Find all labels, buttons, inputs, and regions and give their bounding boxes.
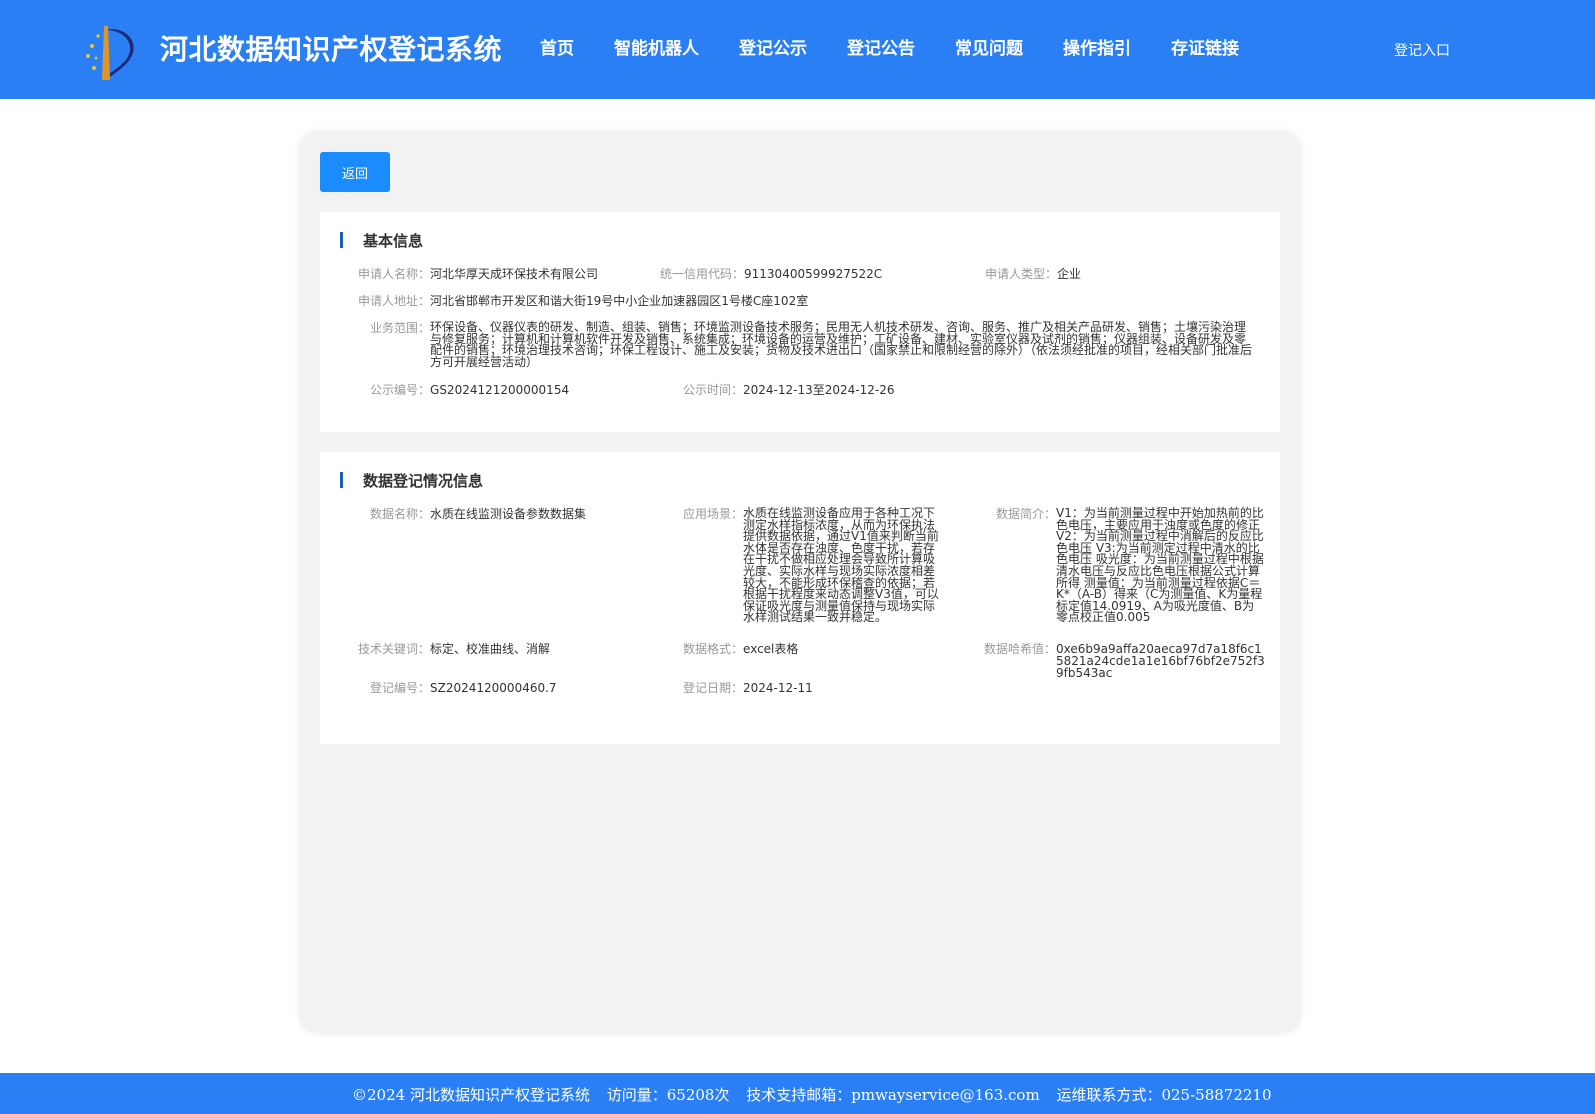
main-nav: 首页 智能机器人 登记公示 登记公告 常见问题 操作指引 存证链接 bbox=[540, 34, 1279, 59]
business-scope-field: 业务范围： 环保设备、仪器仪表的研发、制造、组装、销售；环境监测设备技术服务；民… bbox=[370, 320, 1253, 369]
data-registration-heading: 数据登记情况信息 bbox=[340, 470, 483, 490]
nav-item-faq[interactable]: 常见问题 bbox=[955, 34, 1023, 59]
registration-number-field: 登记编号： SZ2024120000460.7 bbox=[370, 681, 557, 695]
registration-date-field: 登记日期： 2024-12-11 bbox=[683, 681, 813, 695]
detail-panel: 返回 基本信息 申请人名称： 河北华厚天成环保技术有限公司 统一信用代码： 91… bbox=[300, 132, 1300, 1032]
footer-support-email: 技术支持邮箱：pmwayservice@163.com bbox=[746, 1086, 1040, 1104]
data-registration-card: 数据登记情况信息 数据名称： 水质在线监测设备参数数据集 应用场景： 水质在线监… bbox=[320, 452, 1280, 744]
data-name-field: 数据名称： 水质在线监测设备参数数据集 bbox=[370, 507, 587, 521]
site-header: 河北数据知识产权登记系统 首页 智能机器人 登记公示 登记公告 常见问题 操作指… bbox=[0, 0, 1595, 99]
nav-item-evidence-link[interactable]: 存证链接 bbox=[1171, 34, 1239, 59]
logo-icon[interactable] bbox=[82, 26, 138, 80]
section-accent-bar bbox=[340, 472, 343, 488]
publicity-number-field: 公示编号： GS2024121200000154 bbox=[370, 383, 570, 397]
publicity-time-field: 公示时间： 2024-12-13至2024-12-26 bbox=[683, 383, 895, 397]
credit-code-field: 统一信用代码： 91130400599927522C bbox=[660, 267, 883, 281]
application-scenario-field: 应用场景： 水质在线监测设备应用于各种工况下测定水样指标浓度，从而为环保执法提供… bbox=[683, 506, 939, 625]
data-intro-field: 数据简介： V1：为当前测量过程中开始加热前的比色电压，主要应用于浊度或色度的修… bbox=[996, 506, 1264, 625]
site-title: 河北数据知识产权登记系统 bbox=[160, 33, 503, 66]
footer-copyright: ©2024 河北数据知识产权登记系统 bbox=[352, 1086, 590, 1104]
footer-visits: 访问量：65208次 bbox=[606, 1086, 730, 1104]
tech-keywords-field: 技术关键词： 标定、校准曲线、消解 bbox=[358, 642, 551, 656]
basic-info-card: 基本信息 申请人名称： 河北华厚天成环保技术有限公司 统一信用代码： 91130… bbox=[320, 212, 1280, 432]
data-format-field: 数据格式： excel表格 bbox=[683, 642, 799, 656]
footer-info: ©2024 河北数据知识产权登记系统 访问量：65208次 技术支持邮箱：pmw… bbox=[352, 1084, 1284, 1105]
footer-contact: 运维联系方式：025-58872210 bbox=[1056, 1086, 1272, 1104]
basic-info-heading: 基本信息 bbox=[340, 230, 423, 250]
applicant-type-field: 申请人类型： 企业 bbox=[985, 267, 1082, 281]
nav-item-publicity[interactable]: 登记公示 bbox=[739, 34, 807, 59]
nav-item-announcement[interactable]: 登记公告 bbox=[847, 34, 915, 59]
nav-item-home[interactable]: 首页 bbox=[540, 34, 574, 59]
nav-item-guide[interactable]: 操作指引 bbox=[1063, 34, 1131, 59]
data-hash-field: 数据哈希值： 0xe6b9a9affa20aeca97d7a18f6c15821… bbox=[984, 642, 1265, 680]
applicant-address-field: 申请人地址： 河北省邯郸市开发区和谐大街19号中小企业加速器园区1号楼C座102… bbox=[358, 294, 809, 308]
nav-item-robot[interactable]: 智能机器人 bbox=[614, 34, 699, 59]
applicant-name-field: 申请人名称： 河北华厚天成环保技术有限公司 bbox=[358, 267, 599, 281]
back-button[interactable]: 返回 bbox=[320, 152, 390, 192]
section-accent-bar bbox=[340, 232, 343, 248]
login-link[interactable]: 登记入口 bbox=[1394, 40, 1450, 60]
site-footer: ©2024 河北数据知识产权登记系统 访问量：65208次 技术支持邮箱：pmw… bbox=[0, 1073, 1595, 1114]
